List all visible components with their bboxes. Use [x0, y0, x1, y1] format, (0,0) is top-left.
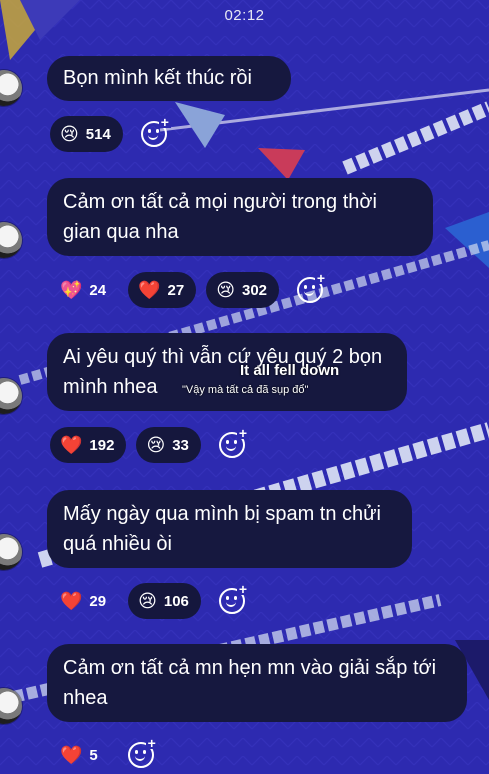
message-bubble[interactable]: Ai yêu quý thì vẫn cứ yêu quý 2 bọn mình… [47, 333, 407, 411]
reaction-pill[interactable]: ❤️ 192 [50, 427, 127, 463]
message-text: Bọn mình kết thúc rồi [63, 67, 252, 89]
reaction-count: 24 [89, 281, 107, 299]
reaction-pill[interactable]: 😢 33 [136, 427, 201, 463]
video-subtitle: It all fell down [240, 362, 340, 379]
message-text: Mấy ngày qua mình bị spam tn chửi quá nh… [63, 503, 381, 555]
reaction-count: 33 [172, 436, 189, 454]
message-bubble[interactable]: Bọn mình kết thúc rồi [47, 56, 291, 101]
message-bubble[interactable]: Cảm ơn tất cả mn hẹn mn vào giải sắp tới… [47, 644, 467, 722]
crying-face-icon: 😢 [146, 435, 166, 455]
add-reaction-icon[interactable]: + [127, 736, 158, 768]
crying-face-icon: 😢 [138, 591, 157, 611]
reaction-pill[interactable]: 😢 106 [128, 583, 201, 619]
red-heart-icon: ❤️ [60, 591, 83, 611]
reaction-count: 514 [85, 125, 111, 143]
crying-face-icon: 😢 [60, 124, 79, 144]
reaction-bar: ❤️ 192 😢 33 + [50, 426, 249, 464]
reaction-count: 5 [89, 746, 98, 764]
reaction-pill[interactable]: 😢 514 [50, 116, 123, 152]
reaction-pill[interactable]: ❤️ 5 [50, 737, 110, 773]
message-bubble[interactable]: Cảm ơn tất cả mọi người trong thời gian … [47, 178, 433, 256]
message-text: Cảm ơn tất cả mn hẹn mn vào giải sắp tới… [63, 657, 437, 709]
add-reaction-icon[interactable]: + [218, 582, 249, 614]
reaction-bar: ❤️ 29 😢 106 + [50, 582, 249, 620]
reaction-count: 27 [167, 281, 185, 299]
crying-face-icon: 😢 [216, 280, 235, 300]
reaction-count: 302 [241, 281, 268, 299]
reaction-pill[interactable]: ❤️ 29 [50, 583, 118, 619]
reaction-pill[interactable]: 😢 302 [206, 272, 280, 308]
reaction-count: 192 [89, 436, 115, 454]
reaction-bar: 😢 514 + [50, 115, 171, 153]
red-heart-icon: ❤️ [60, 745, 83, 765]
status-bar-time: 02:12 [224, 7, 265, 24]
reaction-bar: ❤️ 5 + [50, 736, 158, 774]
sparkling-heart-icon: 💖 [60, 280, 83, 300]
red-heart-icon: ❤️ [138, 280, 161, 300]
red-heart-icon: ❤️ [60, 435, 83, 455]
message-bubble[interactable]: Mấy ngày qua mình bị spam tn chửi quá nh… [47, 490, 412, 568]
add-reaction-icon[interactable]: + [297, 271, 328, 303]
add-reaction-icon[interactable]: + [218, 426, 249, 458]
reaction-pill[interactable]: 💖 24 [50, 272, 118, 308]
video-subtitle-translation: "Vậy mà tất cả đã sụp đổ" [182, 384, 309, 396]
reaction-bar: 💖 24 ❤️ 27 😢 302 + [50, 271, 328, 309]
reaction-count: 29 [89, 592, 107, 610]
reaction-pill[interactable]: ❤️ 27 [128, 272, 197, 308]
reaction-count: 106 [163, 592, 189, 610]
message-text: Cảm ơn tất cả mọi người trong thời gian … [63, 191, 377, 243]
add-reaction-icon[interactable]: + [140, 115, 171, 147]
